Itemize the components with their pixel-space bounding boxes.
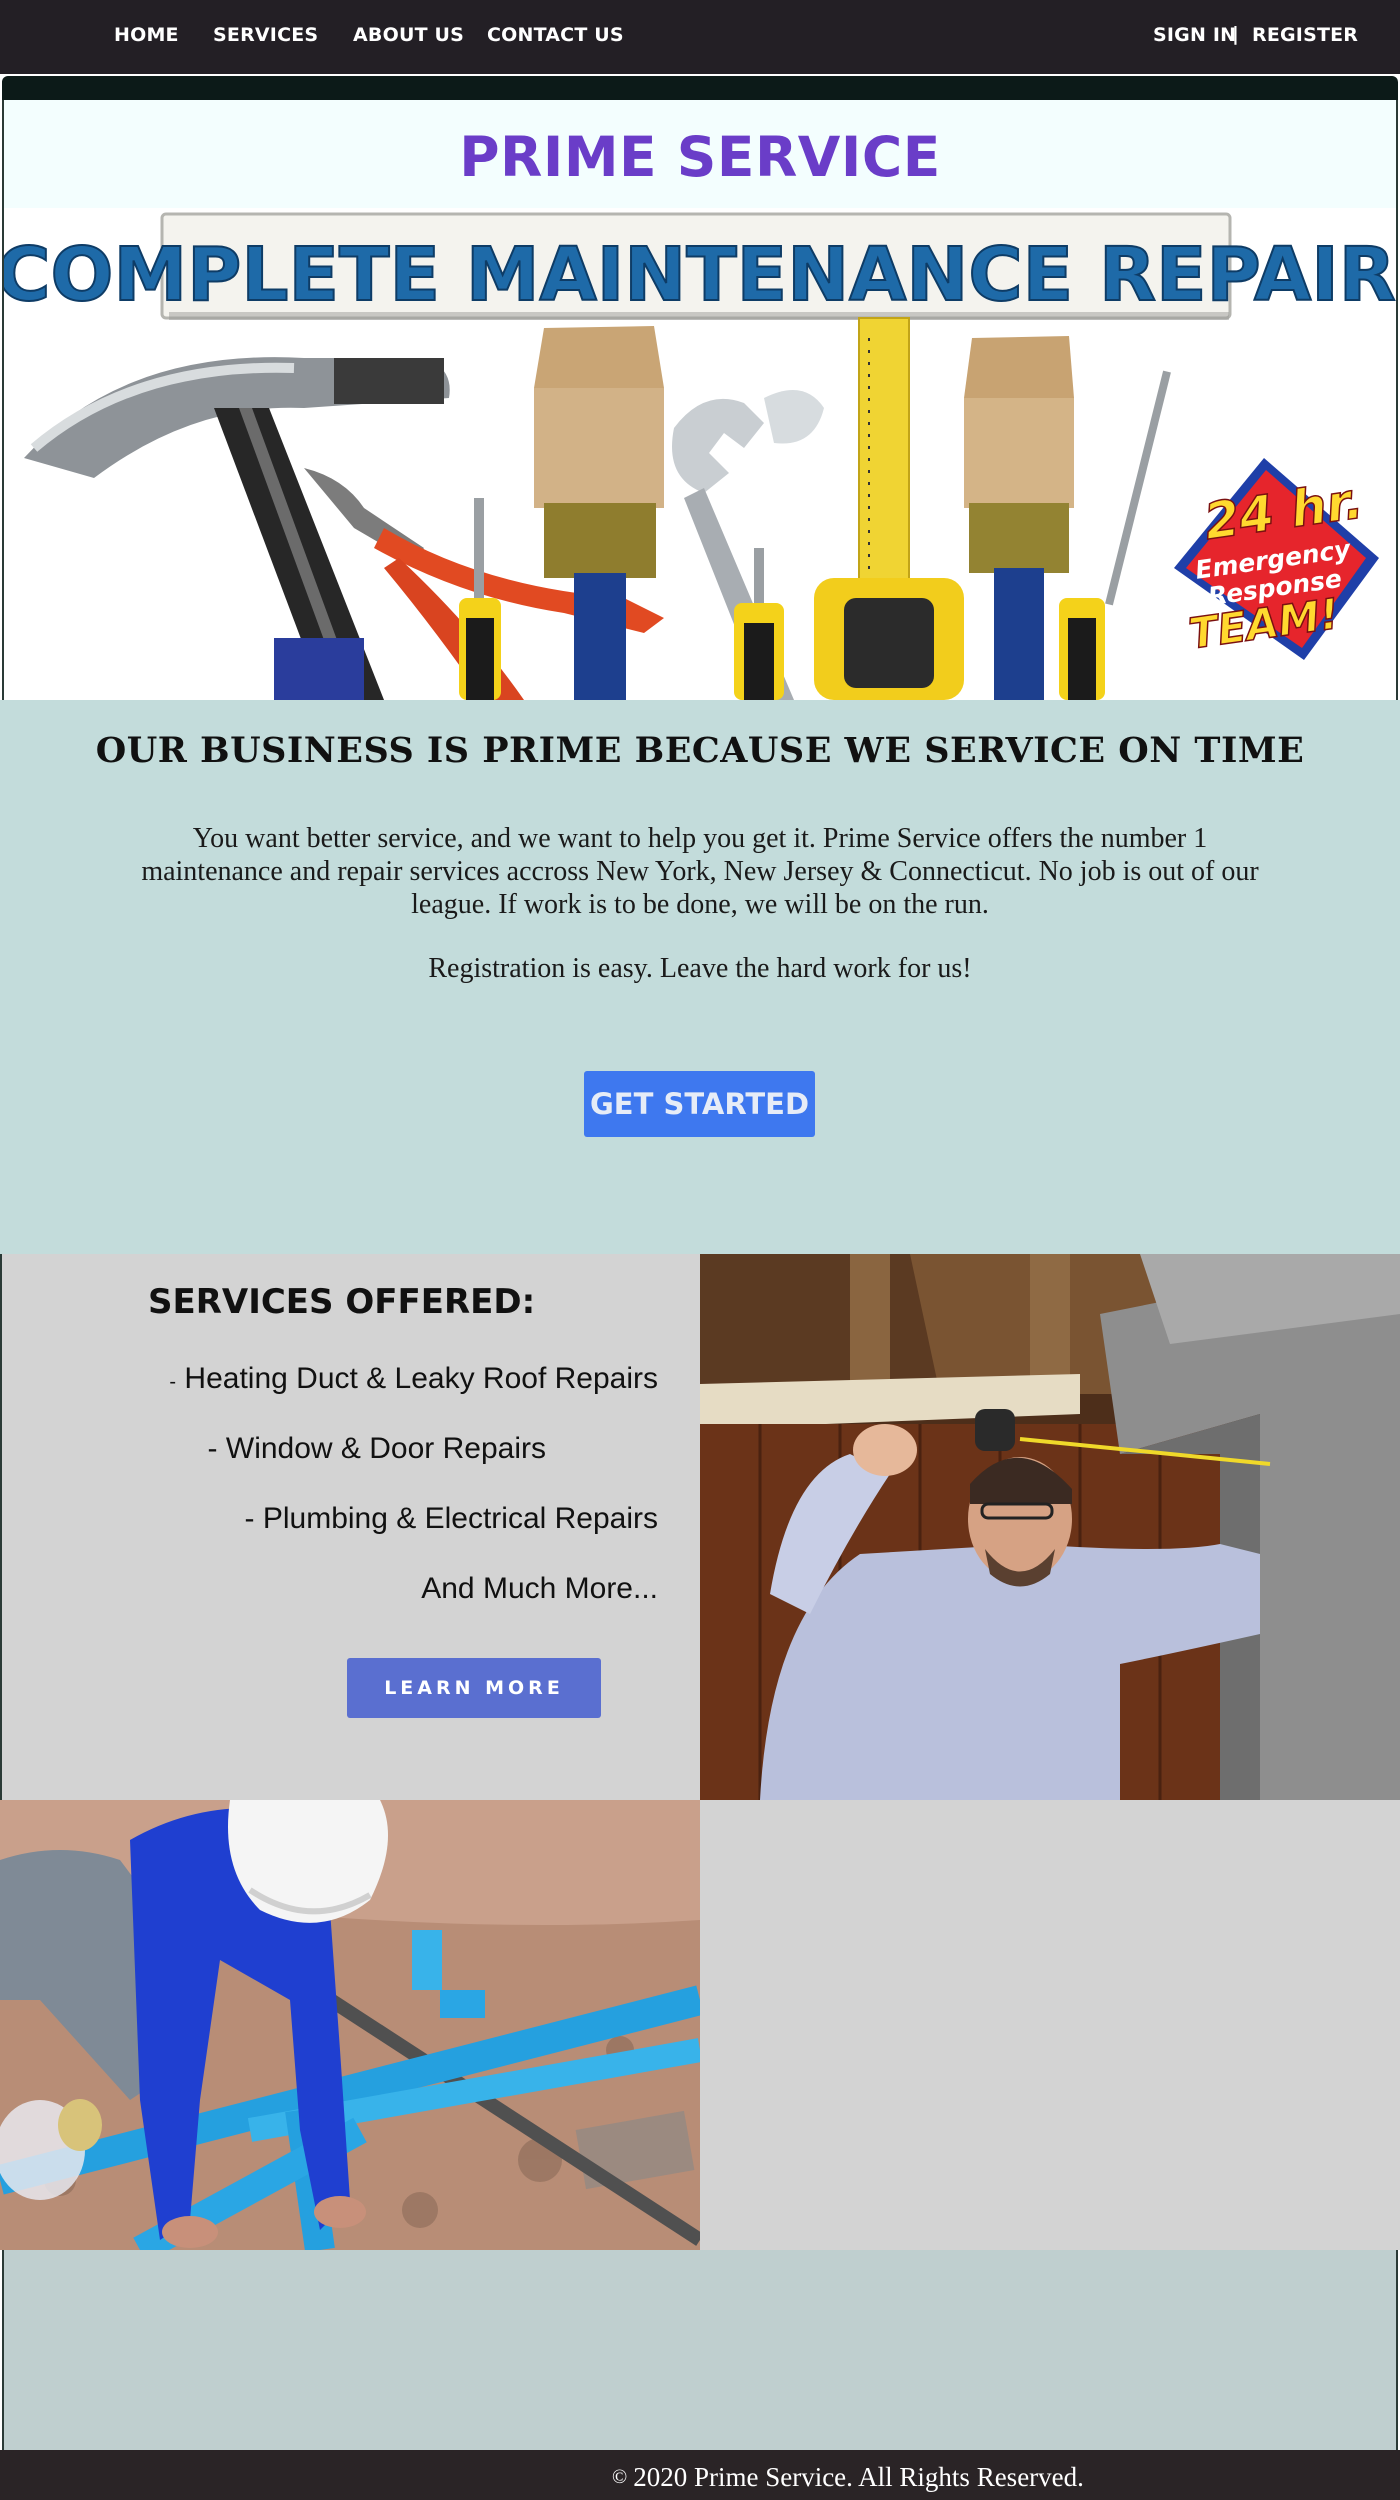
services-heading: SERVICES OFFERED:: [148, 1282, 536, 1322]
plumber-pipes-photo: [0, 1800, 700, 2250]
intro-section: OUR BUSINESS IS PRIME BECAUSE WE SERVICE…: [0, 700, 1400, 1254]
intro-heading: OUR BUSINESS IS PRIME BECAUSE WE SERVICE…: [95, 730, 1305, 771]
banner-text: COMPLETE MAINTENANCE REPAIR: [4, 232, 1396, 318]
top-navigation: HOME SERVICES ABOUT US CONTACT US SIGN I…: [0, 0, 1400, 74]
service-item-heating: - Heating Duct & Leaky Roof Repairs: [169, 1362, 658, 1395]
learn-more-button[interactable]: LEARN MORE: [347, 1658, 601, 1718]
hero-tools-image: COMPLETE MAINTENANCE REPAIR 24 hr. Emerg…: [2, 208, 1398, 700]
lower-band: [2, 2250, 1398, 2450]
service-item-plumbing: - Plumbing & Electrical Repairs: [244, 1502, 658, 1535]
services-panel: SERVICES OFFERED: - Heating Duct & Leaky…: [0, 1254, 700, 1800]
nav-divider-strip: [2, 76, 1398, 100]
registration-note: Registration is easy. Leave the hard wor…: [428, 953, 972, 984]
tools-illustration: COMPLETE MAINTENANCE REPAIR 24 hr. Emerg…: [4, 212, 1396, 700]
nav-separator: |: [1232, 23, 1239, 45]
service-item-window: - Window & Door Repairs: [207, 1432, 546, 1465]
nav-home-link[interactable]: HOME: [114, 24, 179, 46]
get-started-button[interactable]: GET STARTED: [584, 1071, 815, 1137]
copyright-icon: ©: [612, 2466, 628, 2488]
nav-about-link[interactable]: ABOUT US: [353, 24, 464, 46]
footer: © 2020 Prime Service. All Rights Reserved…: [0, 2450, 1400, 2500]
copyright-text: © 2020 Prime Service. All Rights Reserved…: [612, 2462, 1084, 2492]
nav-services-link[interactable]: SERVICES: [213, 24, 318, 46]
nav-contact-link[interactable]: CONTACT US: [487, 24, 624, 46]
site-title: PRIME SERVICE: [459, 125, 941, 189]
emergency-badge-icon: 24 hr. Emergency Response TEAM!: [1174, 458, 1379, 660]
service-item-more: And Much More...: [421, 1572, 658, 1605]
sign-in-link[interactable]: SIGN IN: [1153, 24, 1236, 46]
intro-paragraph: You want better service, and we want to …: [141, 823, 1259, 920]
empty-grey-panel: [700, 1800, 1400, 2250]
register-link[interactable]: REGISTER: [1252, 24, 1358, 46]
technician-measuring-photo: [700, 1254, 1400, 1800]
brand-header: PRIME SERVICE: [2, 100, 1398, 208]
